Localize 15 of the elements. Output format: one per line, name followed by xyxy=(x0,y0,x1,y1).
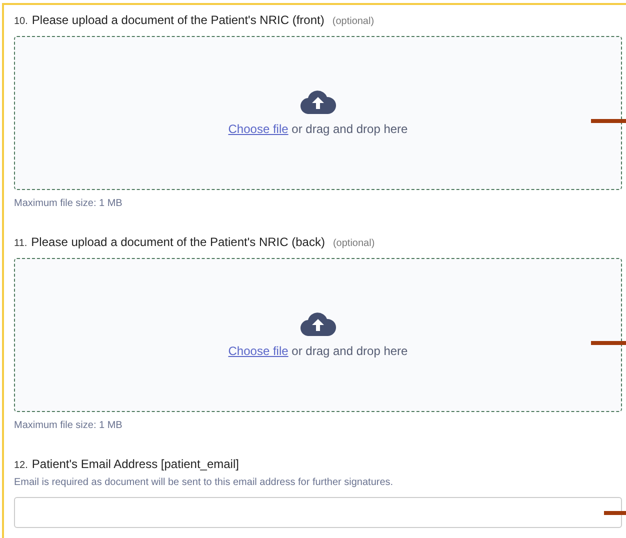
question-number: 11. xyxy=(14,237,28,251)
field-description: Email is required as document will be sent to this email address for further signatures. xyxy=(14,476,394,490)
choose-file-link[interactable]: Choose file xyxy=(228,122,288,136)
optional-label: (optional) xyxy=(332,15,374,29)
choose-file-link[interactable]: Choose file xyxy=(228,344,288,358)
question-title: Patient's Email Address [patient_email] xyxy=(32,456,239,473)
question-title: Please upload a document of the Patient's NRIC (back) xyxy=(31,234,325,251)
question-number: 10. xyxy=(14,15,28,29)
file-size-note: Maximum file size: 1 MB xyxy=(14,197,124,211)
optional-label: (optional) xyxy=(332,237,375,251)
question-title: Please upload a document of the Patient's NRIC (front) xyxy=(32,12,324,29)
drop-hint: or drag and drop here xyxy=(290,344,408,358)
drop-hint: or drag and drop here xyxy=(290,122,408,136)
question-number: 12. xyxy=(14,459,28,473)
file-size-note: Maximum file size: 1 MB xyxy=(14,419,124,433)
